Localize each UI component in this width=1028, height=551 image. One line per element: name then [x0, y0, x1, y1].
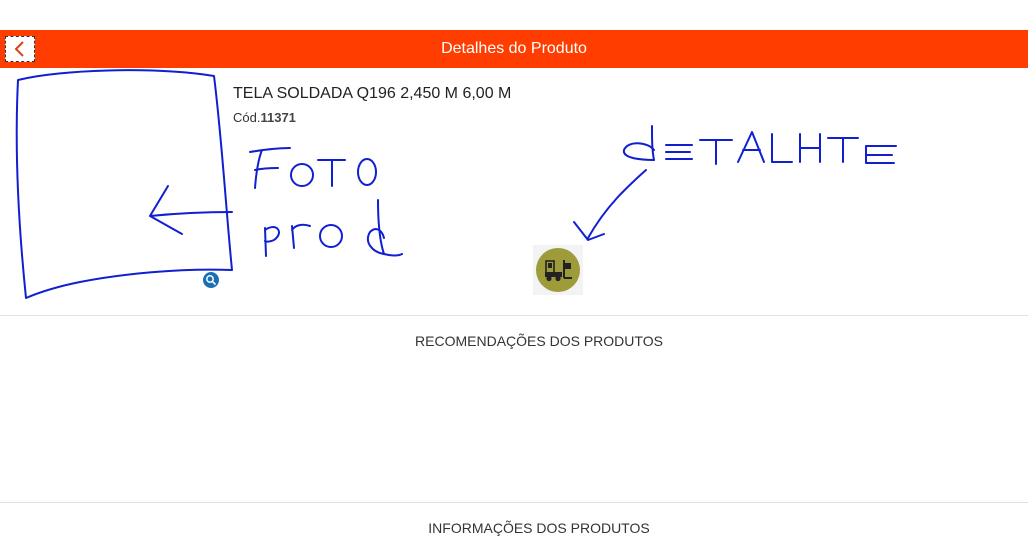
top-bar: Detalhes do Produto — [0, 30, 1028, 68]
photo-arrow — [149, 185, 233, 235]
photo-placeholder-outline — [15, 69, 233, 299]
information-heading: INFORMAÇÕES DOS PRODUTOS — [428, 520, 650, 536]
forklift-icon — [545, 260, 572, 282]
divider — [0, 315, 1028, 316]
annotation-detalhe — [622, 125, 897, 165]
product-code-value: 11371 — [260, 110, 296, 125]
magnifier-icon — [206, 275, 217, 286]
product-code: Cód.11371 — [233, 110, 296, 125]
annotation-prod — [264, 199, 403, 257]
annotation-foto — [249, 147, 377, 189]
hand-drawn-annotations — [15, 69, 897, 299]
product-code-label: Cód. — [233, 110, 261, 125]
zoom-image-button[interactable] — [203, 272, 219, 288]
detail-circle — [536, 248, 580, 292]
detail-button[interactable] — [533, 245, 583, 295]
divider — [0, 502, 1028, 503]
detail-arrow — [573, 169, 647, 241]
recommendations-heading: RECOMENDAÇÕES DOS PRODUTOS — [415, 333, 663, 349]
page-title: Detalhes do Produto — [441, 40, 587, 57]
back-button[interactable] — [5, 36, 35, 62]
chevron-left-icon — [14, 41, 24, 57]
product-name: TELA SOLDADA Q196 2,450 M 6,00 M — [233, 85, 512, 102]
